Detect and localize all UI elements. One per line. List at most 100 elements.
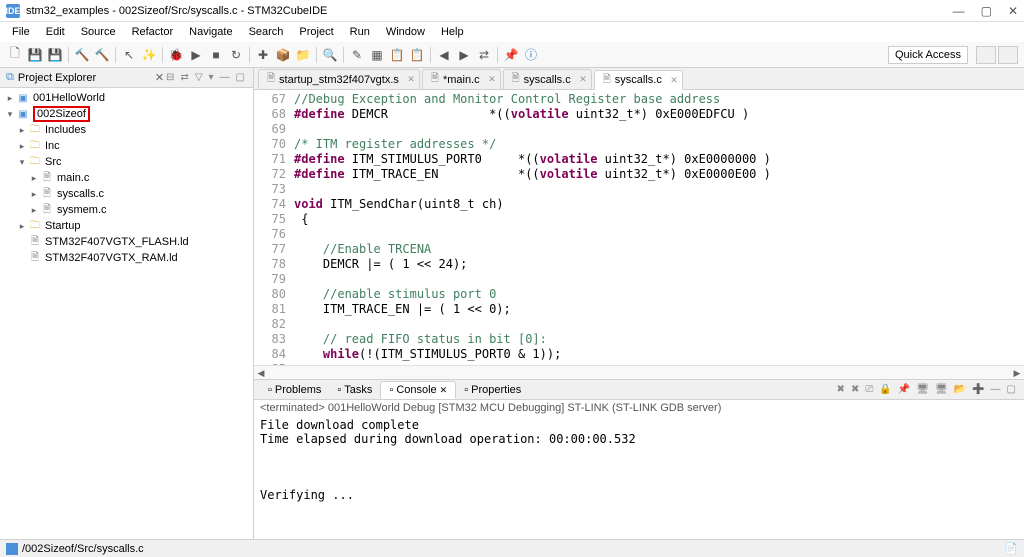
- tree-item[interactable]: ▾🗀Src: [0, 154, 253, 170]
- menu-navigate[interactable]: Navigate: [181, 24, 240, 40]
- close-icon[interactable]: ✕: [488, 74, 496, 85]
- restart-icon[interactable]: ↻: [227, 46, 245, 64]
- quick-access[interactable]: Quick Access: [888, 46, 968, 64]
- wand-icon[interactable]: ✨: [140, 46, 158, 64]
- menu-window[interactable]: Window: [378, 24, 433, 40]
- tree-item[interactable]: ▾▣002Sizeof: [0, 106, 253, 122]
- editor-tab[interactable]: 🗎*main.c✕: [422, 69, 501, 89]
- tree-toggle-icon[interactable]: ▸: [16, 125, 28, 136]
- code-editor[interactable]: 6768697071727374757677787980818283848586…: [254, 90, 1024, 365]
- close-icon[interactable]: ✕: [670, 75, 678, 86]
- forward-icon[interactable]: ▶: [455, 46, 473, 64]
- tree-toggle-icon[interactable]: ▸: [4, 93, 16, 104]
- open-perspective-icon[interactable]: [976, 46, 996, 64]
- menu-project[interactable]: Project: [291, 24, 341, 40]
- display-icon[interactable]: 🖥: [914, 384, 931, 395]
- hammer-icon[interactable]: 🔨: [93, 46, 111, 64]
- link-editor-icon[interactable]: ⇄: [178, 72, 190, 83]
- tree-toggle-icon[interactable]: ▸: [28, 189, 40, 200]
- menu-icon[interactable]: ▾: [207, 72, 216, 83]
- chip-icon[interactable]: ▦: [368, 46, 386, 64]
- maximize-pane-icon[interactable]: ▢: [1005, 384, 1018, 395]
- tree-item[interactable]: ▸🗀Includes: [0, 122, 253, 138]
- box-icon[interactable]: 📦: [274, 46, 292, 64]
- new-icon[interactable]: 🗋: [6, 46, 24, 64]
- save-icon[interactable]: 💾: [26, 46, 44, 64]
- debug-icon[interactable]: 🐞: [167, 46, 185, 64]
- menu-run[interactable]: Run: [342, 24, 378, 40]
- open-console-icon[interactable]: 📂: [952, 384, 968, 395]
- pin-icon[interactable]: 📌: [502, 46, 520, 64]
- menu-file[interactable]: File: [4, 24, 38, 40]
- editor-tab[interactable]: 🗎syscalls.c✕: [503, 69, 592, 89]
- editor-tab[interactable]: 🗎startup_stm32f407vgtx.s✕: [258, 69, 420, 89]
- minimize-pane-icon[interactable]: —: [989, 384, 1003, 395]
- minimize-view-icon[interactable]: —: [218, 72, 232, 83]
- horizontal-scrollbar[interactable]: ◀ ▶: [254, 365, 1024, 379]
- tree-item[interactable]: ▸🗀Startup: [0, 218, 253, 234]
- tree-toggle-icon[interactable]: ▸: [28, 205, 40, 216]
- bottom-tab-properties[interactable]: ▫Properties: [456, 381, 529, 399]
- code-content[interactable]: //Debug Exception and Monitor Control Re…: [294, 90, 1024, 365]
- search-icon[interactable]: 🔍: [321, 46, 339, 64]
- maximize-view-icon[interactable]: ▢: [234, 72, 247, 83]
- menu-refactor[interactable]: Refactor: [124, 24, 182, 40]
- filter-icon[interactable]: ▽: [193, 72, 205, 83]
- bottom-tab-console[interactable]: ▫Console ✕: [380, 381, 456, 399]
- build-status-icon[interactable]: 📄: [1004, 542, 1018, 555]
- remove-icon[interactable]: ✖: [849, 384, 861, 395]
- tree-toggle-icon[interactable]: ▸: [16, 141, 28, 152]
- editor-tab[interactable]: 🗎syscalls.c✕: [594, 70, 683, 90]
- scroll-right-icon[interactable]: ▶: [1010, 366, 1024, 380]
- paste-icon[interactable]: 📋: [408, 46, 426, 64]
- scroll-lock-icon[interactable]: 🔒: [877, 384, 893, 395]
- tree-item[interactable]: 🗎STM32F407VGTX_FLASH.ld: [0, 234, 253, 250]
- close-icon[interactable]: ✕: [579, 74, 587, 85]
- bottom-tab-tasks[interactable]: ▫Tasks: [329, 381, 380, 399]
- menu-help[interactable]: Help: [433, 24, 472, 40]
- close-button[interactable]: ✕: [1008, 4, 1018, 18]
- pointer-icon[interactable]: ↖: [120, 46, 138, 64]
- close-icon[interactable]: ✕: [155, 71, 164, 84]
- terminate-icon[interactable]: ✖: [835, 384, 847, 395]
- close-icon[interactable]: ✕: [407, 74, 415, 85]
- build-icon[interactable]: 🔨: [73, 46, 91, 64]
- collapse-all-icon[interactable]: ⊟: [164, 72, 176, 83]
- tree-item[interactable]: ▸🗎sysmem.c: [0, 202, 253, 218]
- nav-icon[interactable]: ⇄: [475, 46, 493, 64]
- menu-source[interactable]: Source: [73, 24, 124, 40]
- project-tree[interactable]: ▸▣001HelloWorld▾▣002Sizeof▸🗀Includes▸🗀In…: [0, 88, 253, 539]
- console-body[interactable]: File download complete Time elapsed duri…: [254, 416, 1024, 539]
- menu-edit[interactable]: Edit: [38, 24, 73, 40]
- edit-icon[interactable]: ✎: [348, 46, 366, 64]
- bottom-tab-problems[interactable]: ▫Problems: [260, 381, 329, 399]
- tree-item[interactable]: ▸🗎syscalls.c: [0, 186, 253, 202]
- copy-icon[interactable]: 📋: [388, 46, 406, 64]
- info-icon[interactable]: ⓘ: [522, 46, 540, 64]
- menu-search[interactable]: Search: [241, 24, 292, 40]
- tree-toggle-icon[interactable]: ▾: [16, 157, 28, 168]
- back-icon[interactable]: ◀: [435, 46, 453, 64]
- run-icon[interactable]: ▶: [187, 46, 205, 64]
- close-icon[interactable]: ✕: [440, 385, 448, 396]
- tree-item[interactable]: 🗎STM32F407VGTX_RAM.ld: [0, 250, 253, 266]
- project-icon: ▣: [16, 109, 30, 120]
- new-class-icon[interactable]: ✚: [254, 46, 272, 64]
- clear-console-icon[interactable]: ⎚: [863, 384, 875, 395]
- tree-item[interactable]: ▸🗀Inc: [0, 138, 253, 154]
- stop-icon[interactable]: ■: [207, 46, 225, 64]
- pin-console-icon[interactable]: 📌: [896, 384, 912, 395]
- new-console-icon[interactable]: ➕: [970, 384, 986, 395]
- minimize-button[interactable]: —: [953, 4, 965, 18]
- tree-toggle-icon[interactable]: ▾: [4, 109, 16, 120]
- tree-item[interactable]: ▸🗎main.c: [0, 170, 253, 186]
- tree-toggle-icon[interactable]: ▸: [28, 173, 40, 184]
- c-perspective-icon[interactable]: [998, 46, 1018, 64]
- folder-icon[interactable]: 📁: [294, 46, 312, 64]
- save-all-icon[interactable]: 💾: [46, 46, 64, 64]
- maximize-button[interactable]: ▢: [981, 4, 992, 18]
- display-sel-icon[interactable]: 🖥: [933, 384, 950, 395]
- scroll-left-icon[interactable]: ◀: [254, 366, 268, 380]
- tree-toggle-icon[interactable]: ▸: [16, 221, 28, 232]
- tree-item[interactable]: ▸▣001HelloWorld: [0, 90, 253, 106]
